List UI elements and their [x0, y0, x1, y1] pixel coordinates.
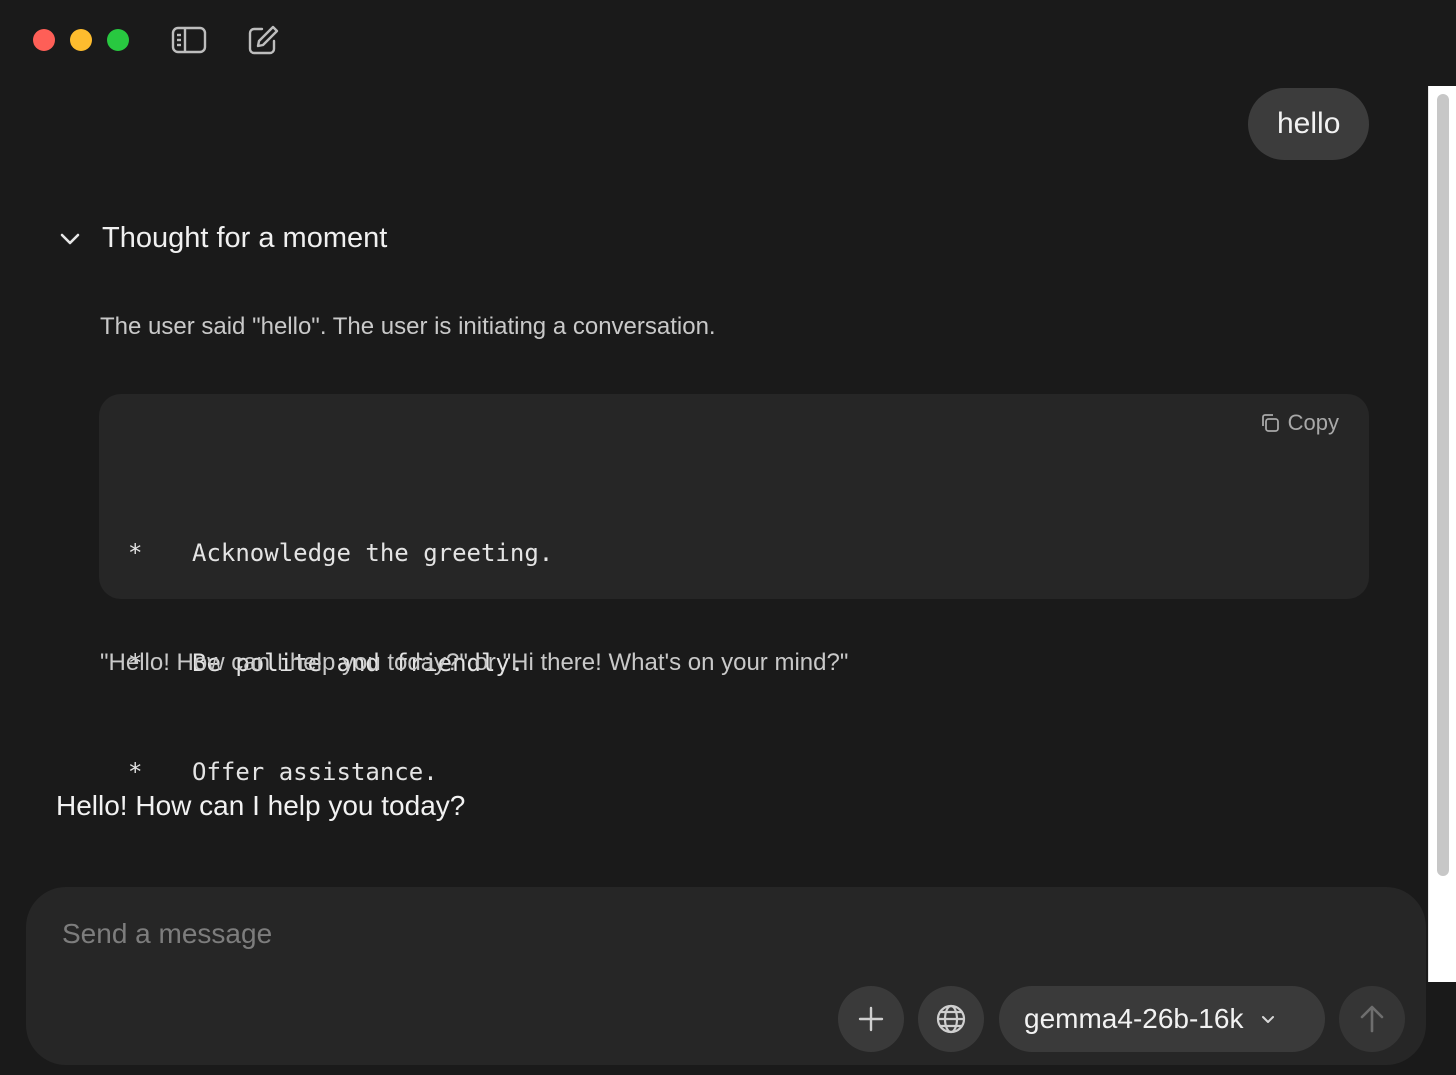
new-chat-button[interactable] — [245, 24, 281, 56]
code-bullet: * — [128, 539, 143, 567]
code-line: * Acknowledge the greeting. — [128, 535, 553, 572]
web-search-button[interactable] — [918, 986, 984, 1052]
window-controls — [33, 29, 129, 51]
copy-icon — [1261, 414, 1279, 432]
scrollbar-thumb[interactable] — [1437, 94, 1449, 876]
code-bullet: * — [128, 758, 143, 786]
code-line-text: Offer assistance. — [192, 758, 438, 786]
chat-scrollbar[interactable] — [1428, 86, 1456, 982]
app-window: hello Thought for a moment The user said… — [0, 0, 1456, 1075]
chevron-down-icon — [60, 233, 80, 244]
thinking-closing: "Hello! How can I help you today?" or "H… — [100, 649, 849, 676]
copy-code-button[interactable]: Copy — [1260, 410, 1339, 436]
thinking-paragraph: The user said "hello". The user is initi… — [100, 313, 716, 340]
send-button[interactable] — [1339, 986, 1405, 1052]
assistant-message: Hello! How can I help you today? — [56, 790, 466, 821]
sidebar-toggle-icon — [171, 26, 207, 54]
thinking-title: Thought for a moment — [102, 222, 388, 254]
sidebar-toggle-button[interactable] — [171, 24, 207, 56]
new-chat-icon — [248, 25, 279, 55]
thinking-toggle[interactable]: Thought for a moment — [56, 222, 387, 255]
close-window-button[interactable] — [33, 29, 55, 51]
model-selector[interactable]: gemma4-26b-16k — [999, 986, 1325, 1052]
user-message-text: hello — [1277, 107, 1341, 140]
message-input[interactable] — [62, 918, 1362, 950]
user-message-bubble: hello — [1248, 88, 1370, 160]
globe-icon — [936, 1004, 966, 1034]
maximize-window-button[interactable] — [107, 29, 129, 51]
copy-label: Copy — [1287, 410, 1339, 435]
code-line-text: Acknowledge the greeting. — [192, 539, 554, 567]
chevron-down-icon — [1262, 1016, 1275, 1023]
arrow-up-icon — [1360, 1005, 1384, 1033]
plus-icon — [858, 1006, 884, 1032]
code-line: * Offer assistance. — [128, 754, 553, 791]
model-name: gemma4-26b-16k — [1024, 1003, 1244, 1034]
minimize-window-button[interactable] — [70, 29, 92, 51]
add-attachment-button[interactable] — [838, 986, 904, 1052]
